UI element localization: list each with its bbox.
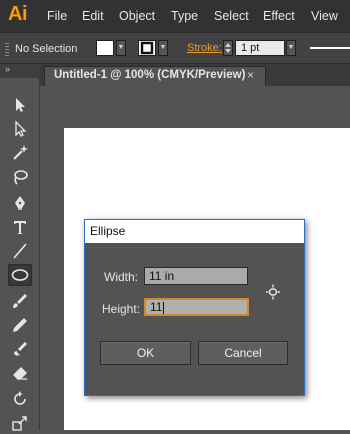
document-tab-title: Untitled-1 @ 100% (CMYK/Preview) — [54, 69, 246, 81]
direct-selection-tool-icon — [15, 120, 27, 137]
menu-file[interactable]: File — [47, 9, 67, 23]
paintbrush-tool[interactable] — [8, 290, 32, 312]
app-logo: Ai — [8, 3, 28, 25]
lasso-tool[interactable] — [8, 166, 32, 188]
eraser-tool[interactable] — [8, 362, 32, 384]
ok-button[interactable]: OK — [100, 341, 191, 365]
scale-tool-icon — [12, 416, 27, 431]
menu-view[interactable]: View — [311, 9, 338, 23]
dialog-title: Ellipse — [90, 224, 126, 238]
rotate-tool[interactable] — [8, 388, 32, 410]
stroke-weight-dropdown-button[interactable]: ▼ — [286, 40, 296, 56]
width-label: Width: — [104, 270, 139, 284]
direct-selection-tool[interactable] — [8, 118, 32, 140]
pen-tool[interactable] — [8, 192, 32, 214]
line-segment-tool-icon — [13, 243, 27, 259]
rotate-tool-icon — [14, 391, 26, 405]
pencil-tool-icon — [13, 318, 27, 332]
close-icon[interactable]: × — [247, 68, 254, 82]
selection-tool[interactable] — [8, 94, 32, 116]
eraser-tool-icon — [13, 367, 27, 380]
stroke-profile-preview[interactable] — [310, 47, 350, 49]
spinner-arrows-icon — [225, 43, 231, 53]
width-field[interactable]: 11 in — [144, 267, 248, 285]
fill-swatch[interactable] — [96, 40, 114, 56]
expand-panel-icon[interactable]: » — [5, 64, 10, 74]
height-field[interactable]: 11 — [144, 298, 249, 316]
menu-select[interactable]: Select — [214, 9, 249, 23]
fill-dropdown-button[interactable]: ▼ — [116, 40, 126, 56]
lasso-tool-icon — [14, 170, 28, 185]
stroke-weight-field[interactable]: 1 pt — [235, 40, 285, 56]
magic-wand-tool[interactable] — [8, 142, 32, 164]
panel-grip-icon[interactable] — [5, 43, 9, 57]
stroke-dropdown-button[interactable]: ▼ — [158, 40, 168, 56]
height-value: 11 — [150, 300, 163, 314]
scale-tool[interactable] — [8, 412, 32, 434]
stroke-weight-stepper[interactable] — [223, 40, 233, 56]
ellipse-tool-icon — [11, 269, 29, 281]
menu-object[interactable]: Object — [119, 9, 155, 23]
menu-edit[interactable]: Edit — [82, 9, 104, 23]
menu-effect[interactable]: Effect — [263, 9, 295, 23]
text-caret — [163, 301, 165, 314]
cancel-button[interactable]: Cancel — [198, 341, 288, 365]
stroke-swatch[interactable] — [138, 40, 156, 56]
line-segment-tool[interactable] — [8, 240, 32, 262]
selection-status: No Selection — [15, 43, 78, 55]
height-label: Height: — [102, 302, 141, 316]
menu-type[interactable]: Type — [171, 9, 198, 23]
pen-tool-icon — [15, 196, 25, 210]
magic-wand-tool-icon — [13, 145, 28, 160]
blob-brush-tool[interactable] — [8, 338, 32, 360]
stroke-swatch-icon — [140, 41, 154, 55]
type-tool-icon — [14, 221, 26, 234]
constrain-proportions-icon[interactable] — [266, 284, 280, 300]
pencil-tool[interactable] — [8, 314, 32, 336]
selection-tool-icon — [16, 98, 25, 112]
stroke-panel-link[interactable]: Stroke: — [187, 42, 222, 54]
type-tool[interactable] — [8, 216, 32, 238]
paintbrush-tool-icon — [13, 294, 27, 308]
ellipse-tool[interactable] — [8, 264, 32, 286]
blob-brush-tool-icon — [14, 342, 27, 356]
